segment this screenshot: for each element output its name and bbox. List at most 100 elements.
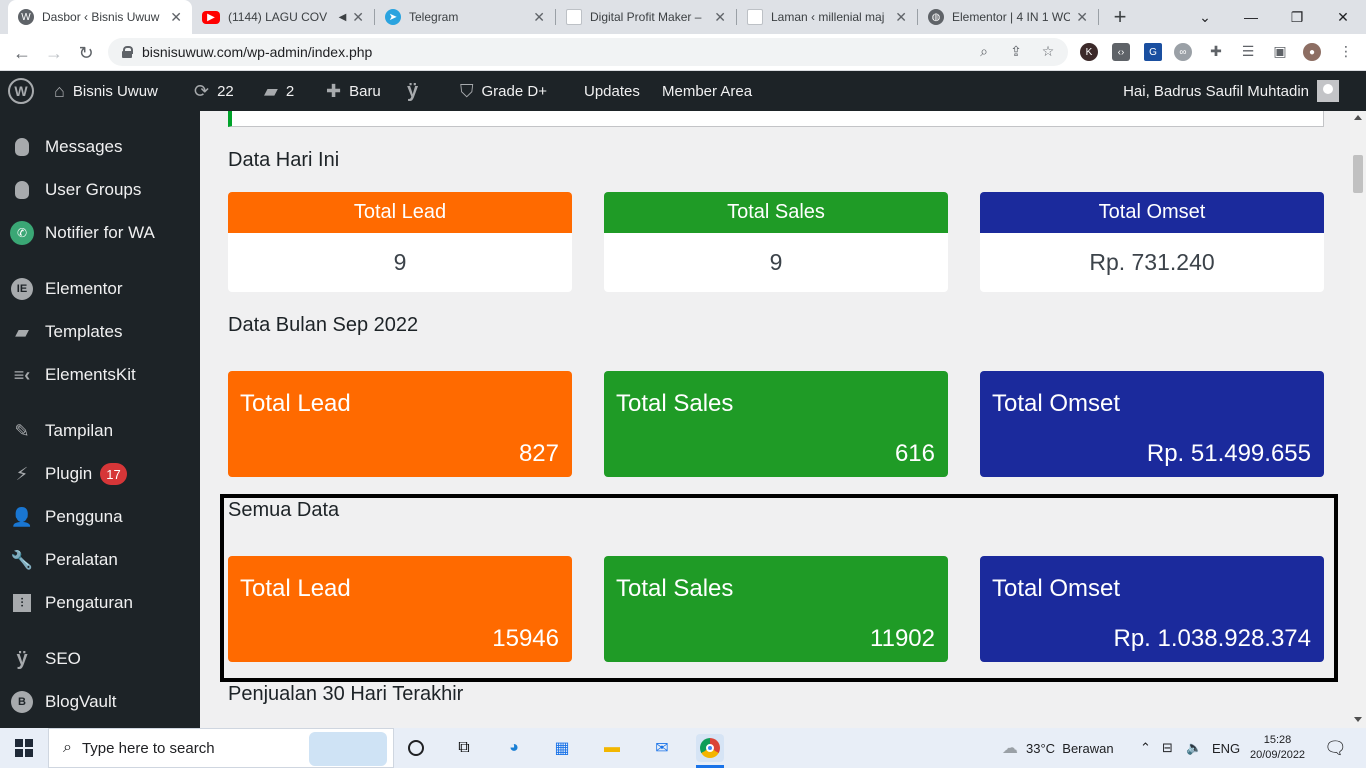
browser-tab-strip: W Dasbor ‹ Bisnis Uwuw ✕ ▶ (1144) LAGU C… [0, 0, 1366, 34]
forward-icon[interactable]: → [40, 39, 68, 67]
browser-tab-laman[interactable]: Laman ‹ millenial maj ✕ [737, 0, 917, 34]
sidebar-item-label: Messages [45, 137, 123, 156]
side-panel-icon[interactable]: ▣ [1268, 39, 1292, 63]
sidebar-item-label: ElementsKit [45, 365, 136, 384]
site-name-link[interactable]: ⌂ Bisnis Uwuw [54, 71, 158, 111]
yoast-link[interactable]: ÿ [407, 71, 426, 111]
weather-widget[interactable]: ☁ 33°C Berawan [1002, 728, 1114, 768]
windows-start-icon[interactable] [10, 734, 38, 762]
reload-icon[interactable]: ↻ [72, 39, 100, 67]
share-icon[interactable]: ⇪ [1004, 39, 1028, 63]
store-icon[interactable]: ▦ [548, 734, 576, 762]
reading-list-icon[interactable]: ☰ [1236, 39, 1260, 63]
menu-kebab-icon[interactable]: ⋮ [1334, 39, 1358, 63]
window-close-icon[interactable]: ✕ [1320, 0, 1366, 34]
notifications-icon[interactable]: 🗨 [1324, 728, 1347, 768]
minimize-icon[interactable]: — [1228, 0, 1274, 34]
extension-global-icon[interactable]: G [1144, 43, 1162, 61]
close-icon[interactable]: ✕ [170, 9, 182, 26]
url-text: bisnisuwuw.com/wp-admin/index.php [142, 44, 373, 60]
browser-tab-elementor[interactable]: ◍ Elementor | 4 IN 1 WC ✕ [918, 0, 1098, 34]
sidebar-item-user-groups[interactable]: User Groups [0, 172, 200, 208]
close-icon[interactable]: ✕ [1076, 9, 1088, 26]
plugin-update-badge: 17 [100, 463, 127, 485]
wordpress-logo-icon: W [8, 78, 34, 104]
profile-avatar-icon[interactable]: ● [1303, 43, 1321, 61]
sidebar-item-templates[interactable]: ▰ Templates [0, 314, 200, 350]
weather-text: 33°C Berawan [1026, 740, 1114, 756]
browser-tab-digital-profit[interactable]: Digital Profit Maker – ✕ [556, 0, 736, 34]
sidebar-item-label: BlogVault [45, 692, 117, 711]
card-value: 11902 [870, 625, 935, 652]
sidebar-item-peralatan[interactable]: 🔧 Peralatan [0, 542, 200, 578]
comments-link[interactable]: ▰ 2 [264, 71, 294, 111]
comment-icon: ▰ [264, 80, 278, 101]
zoom-icon[interactable]: ⌕ [972, 39, 996, 63]
leaf-icon [10, 178, 34, 202]
task-view-icon[interactable]: ⧉ [450, 734, 478, 762]
whatsapp-icon: ✆ [10, 221, 34, 245]
edge-icon[interactable]: ◕ [500, 734, 528, 762]
volume-icon[interactable]: 🔈 [1186, 728, 1202, 768]
card-value: Rp. 51.499.655 [1146, 440, 1311, 467]
new-tab-button[interactable]: + [1104, 0, 1136, 34]
sidebar-item-pengguna[interactable]: 👤 Pengguna [0, 499, 200, 535]
close-icon[interactable]: ✕ [714, 9, 726, 26]
sidebar-item-notifier-wa[interactable]: ✆ Notifier for WA [0, 215, 200, 251]
wp-logo-button[interactable]: W [8, 71, 34, 111]
card-value: 9 [393, 249, 407, 275]
close-icon[interactable]: ✕ [533, 9, 545, 26]
tab-title: Elementor | 4 IN 1 WC [952, 10, 1071, 24]
sidebar-item-seo[interactable]: ÿ SEO [0, 641, 200, 677]
updates-menu-link[interactable]: Updates [584, 71, 640, 111]
close-icon[interactable]: ✕ [352, 9, 364, 26]
sidebar-item-blogvault[interactable]: B BlogVault [0, 684, 200, 720]
today-sales-card: Total Sales 9 [604, 192, 948, 292]
mail-icon[interactable]: ✉ [648, 734, 676, 762]
wordpress-icon: W [18, 9, 34, 25]
card-label: Total Omset [992, 390, 1121, 417]
extension-code-icon[interactable]: ‹› [1112, 43, 1130, 61]
sidebar-item-plugin[interactable]: ⚡ Plugin 17 [0, 456, 200, 492]
extension-link-icon[interactable]: ∞ [1174, 43, 1192, 61]
page-scrollbar[interactable] [1350, 111, 1366, 728]
lock-icon[interactable] [122, 46, 133, 58]
tray-chevron-icon[interactable]: ⌃ [1140, 728, 1151, 768]
scroll-thumb[interactable] [1353, 155, 1363, 193]
scroll-up-arrow-icon[interactable] [1354, 115, 1362, 120]
language-indicator[interactable]: ENG [1212, 728, 1240, 768]
chrome-icon[interactable] [696, 734, 724, 762]
sidebar-item-elementskit[interactable]: ≡‹ ElementsKit [0, 357, 200, 393]
network-icon[interactable]: ⊟ [1162, 728, 1173, 768]
taskbar-search-input[interactable]: ⌕ Type here to search [48, 728, 394, 768]
sidebar-item-tampilan[interactable]: ✎ Tampilan [0, 413, 200, 449]
browser-tab-dasbor[interactable]: W Dasbor ‹ Bisnis Uwuw ✕ [8, 0, 192, 34]
card-value: 616 [894, 440, 935, 467]
clock[interactable]: 15:28 20/09/2022 [1250, 728, 1305, 768]
back-icon[interactable]: ← [8, 39, 36, 67]
section-title-all: Semua Data [228, 499, 340, 521]
cortana-icon[interactable] [402, 734, 430, 762]
extensions-puzzle-icon[interactable]: ✚ [1204, 39, 1228, 63]
sidebar-item-messages[interactable]: Messages [0, 129, 200, 165]
clock-time: 15:28 [1263, 734, 1292, 746]
member-area-link[interactable]: Member Area [662, 71, 752, 111]
audio-icon[interactable]: ◀ [339, 12, 347, 23]
address-bar[interactable]: bisnisuwuw.com/wp-admin/index.php [108, 38, 1068, 66]
file-explorer-icon[interactable]: ▬ [598, 734, 626, 762]
extension-k-icon[interactable]: K [1080, 43, 1098, 61]
new-content-link[interactable]: ✚ Baru [326, 71, 381, 111]
browser-tab-youtube[interactable]: ▶ (1144) LAGU COV ◀ ✕ [192, 0, 374, 34]
scroll-down-arrow-icon[interactable] [1354, 717, 1362, 722]
updates-link[interactable]: ⟳ 22 [194, 71, 234, 111]
restore-icon[interactable]: ❐ [1274, 0, 1320, 34]
grade-link[interactable]: ⛉ Grade D+ [460, 71, 547, 111]
sidebar-item-elementor[interactable]: IE Elementor [0, 271, 200, 307]
bookmark-star-icon[interactable]: ☆ [1036, 39, 1060, 63]
browser-tab-telegram[interactable]: ➤ Telegram ✕ [375, 0, 555, 34]
close-icon[interactable]: ✕ [895, 9, 907, 26]
my-account-link[interactable]: Hai, Badrus Saufil Muhtadin [1123, 71, 1339, 111]
tab-search-chevron-icon[interactable]: ⌄ [1182, 0, 1228, 34]
sidebar-item-pengaturan[interactable]: ⫶ Pengaturan [0, 585, 200, 621]
section-title-month: Data Bulan Sep 2022 [228, 314, 419, 336]
